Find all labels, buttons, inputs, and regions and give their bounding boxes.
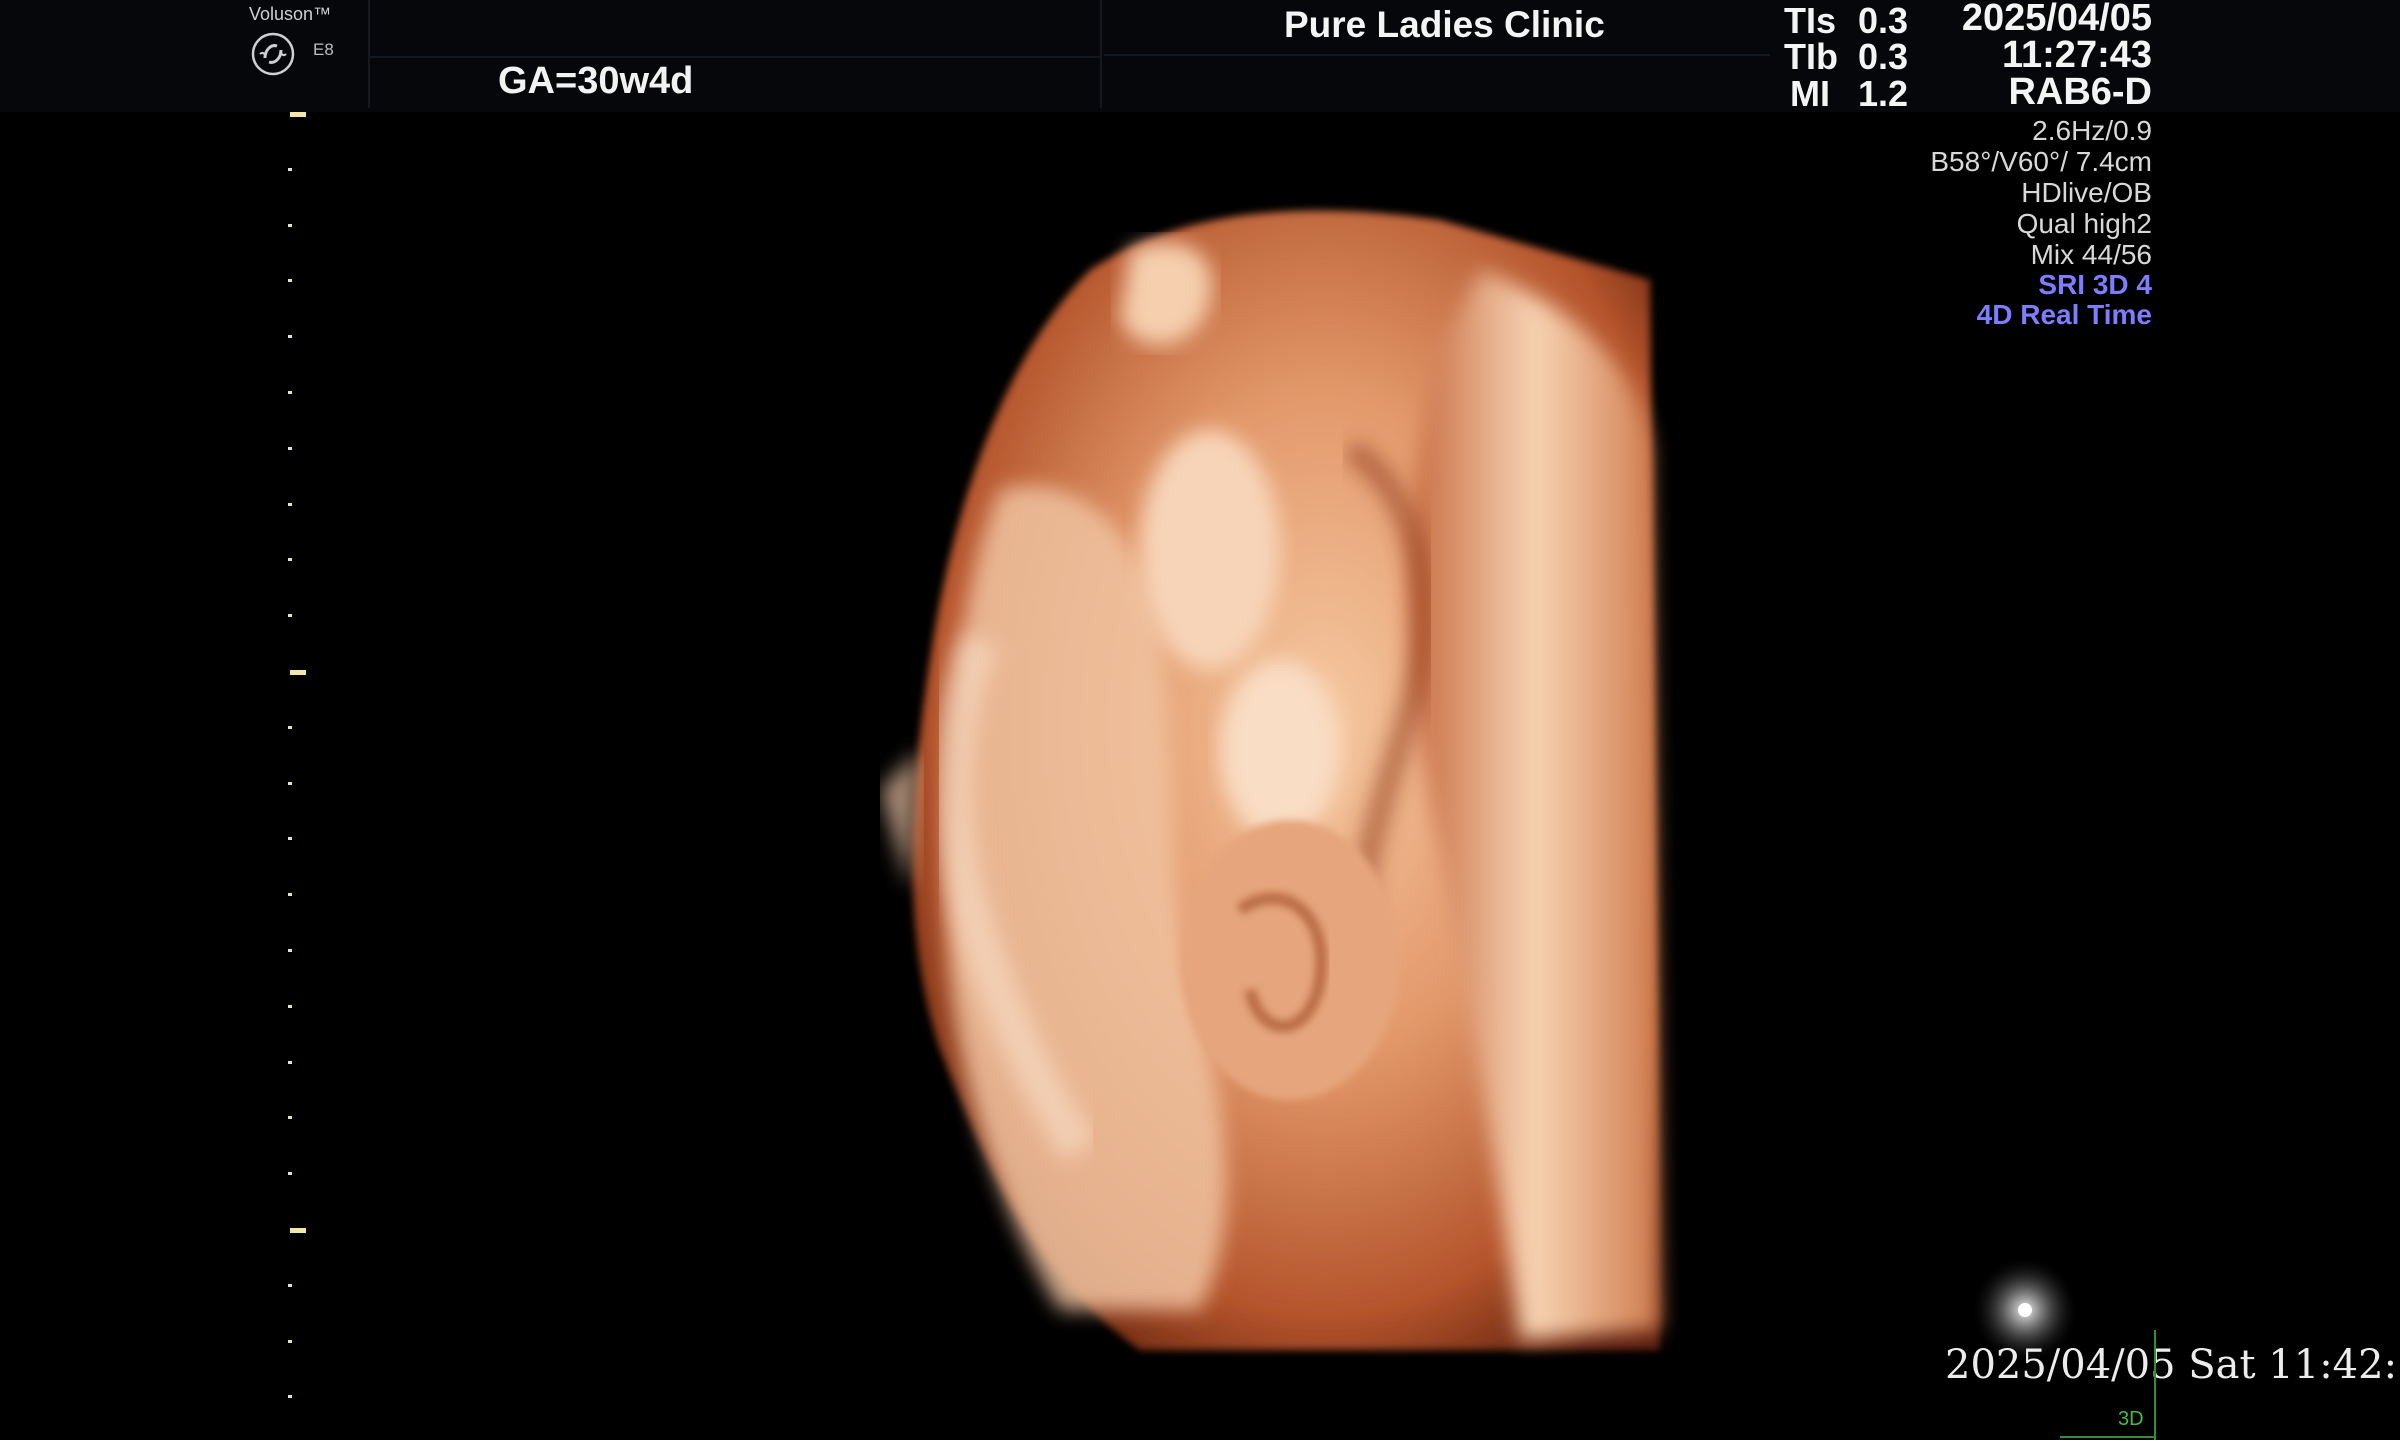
mix-setting: Mix 44/56 — [2030, 239, 2152, 270]
depth-tick — [288, 949, 292, 952]
header-divider — [370, 56, 1100, 58]
quality-setting: Qual high2 — [2016, 208, 2152, 239]
depth-scale — [286, 100, 316, 1420]
footer-datetime: 2025/04/05 Sat 11:42:3 — [1945, 1342, 2400, 1388]
realtime-mode: 4D Real Time — [1976, 299, 2152, 330]
clinic-name: Pure Ladies Clinic — [1284, 4, 1605, 45]
mode-indicator: 3D — [2118, 1408, 2144, 1430]
ultrasound-screen: Voluson™ E8 GA=30w4d Pure Ladies Clinic … — [0, 0, 2400, 1440]
depth-tick — [288, 837, 292, 841]
depth-tick — [288, 446, 292, 450]
depth-tick — [288, 223, 292, 227]
logo-area: Voluson™ E8 — [245, 2, 345, 92]
depth-tick — [288, 1339, 292, 1343]
gestational-age: GA=30w4d — [498, 60, 694, 102]
depth-tick — [288, 1395, 292, 1399]
mode-frame — [2060, 1436, 2156, 1438]
depth-tick-major — [290, 1228, 306, 1233]
depth-tick — [288, 1004, 292, 1008]
depth-tick — [288, 558, 292, 562]
header-divider — [1100, 0, 1102, 108]
depth-tick — [288, 893, 292, 897]
info-panel: 2025/04/05 11:27:43 RAB6-D 2.6Hz/0.9 B58… — [1930, 0, 2152, 330]
depth-tick — [288, 335, 292, 339]
depth-tick — [288, 1060, 292, 1064]
depth-tick — [288, 1116, 292, 1120]
depth-tick — [288, 614, 292, 618]
depth-tick — [288, 502, 292, 506]
probe-name: RAB6-D — [2008, 71, 2152, 113]
sri-setting: SRI 3D 4 — [2038, 269, 2152, 300]
header-divider — [1104, 54, 1770, 56]
mode-frame — [2154, 1330, 2156, 1440]
depth-tick — [288, 1283, 292, 1287]
depth-tick — [288, 391, 292, 394]
mi-label: MI — [1790, 73, 1830, 114]
brand-name: Voluson™ — [249, 4, 332, 24]
mi-value: 1.2 — [1858, 73, 1909, 114]
depth-tick — [288, 1172, 292, 1176]
depth-tick — [288, 279, 292, 283]
depth-tick — [288, 725, 292, 729]
header-divider — [368, 0, 370, 108]
depth-tick — [288, 781, 292, 785]
render-mode: HDlive/OB — [2021, 177, 2152, 208]
tib-label: TIb — [1784, 36, 1838, 77]
depth-tick-major — [290, 670, 306, 675]
model-name: E8 — [313, 40, 334, 59]
depth-tick-major — [290, 112, 306, 117]
exam-date: 2025/04/05 — [1961, 0, 2152, 39]
exam-time: 11:27:43 — [2001, 34, 2152, 76]
depth-tick — [288, 167, 292, 171]
tib-value: 0.3 — [1858, 36, 1909, 77]
fetal-face-3d-render — [880, 210, 1660, 1350]
angles-depth: B58°/V60°/ 7.4cm — [1930, 146, 2152, 177]
ge-monogram-icon — [251, 32, 295, 76]
frame-rate: 2.6Hz/0.9 — [2032, 115, 2152, 146]
